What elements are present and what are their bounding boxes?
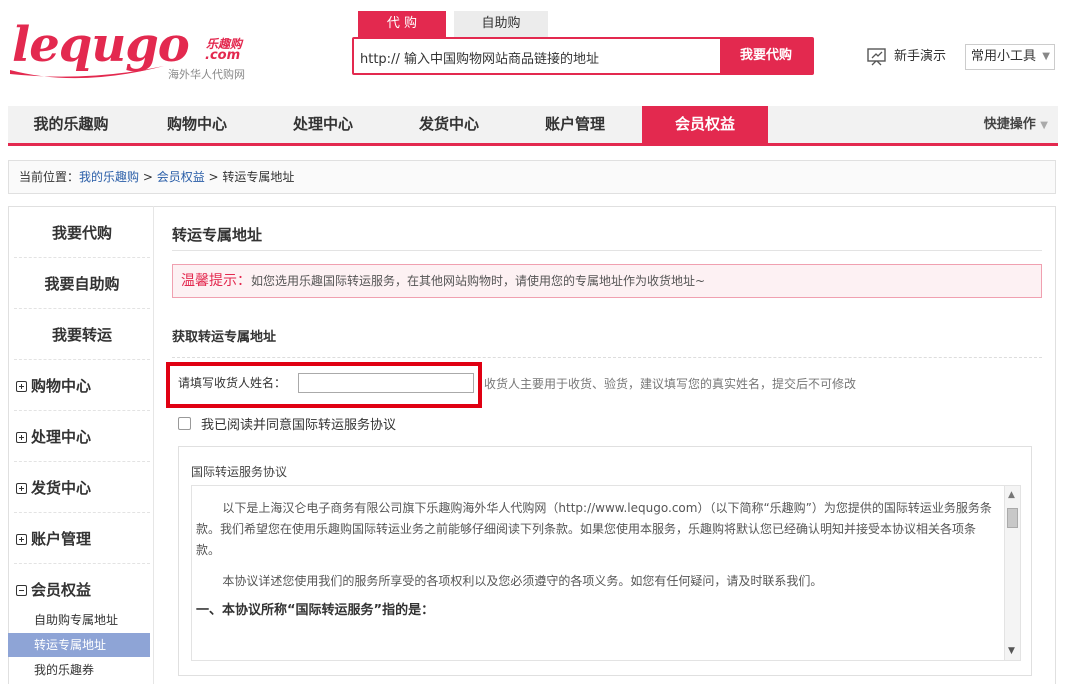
breadcrumb: 当前位置：我的乐趣购 > 会员权益 > 转运专属地址 (8, 160, 1056, 194)
tip-text: 如您选用乐趣国际转运服务，在其他网站购物时，请使用您的专属地址作为收货地址~ (251, 274, 706, 288)
agreement-text: 以下是上海汉仑电子商务有限公司旗下乐趣购海外华人代购网（http://www.l… (196, 498, 996, 621)
tip-banner: 温馨提示：如您选用乐趣国际转运服务，在其他网站购物时，请使用您的专属地址作为收货… (172, 264, 1042, 298)
nav-shopping-center[interactable]: 购物中心 (134, 106, 260, 143)
search-input[interactable] (360, 47, 716, 67)
tab-self-purchase[interactable]: 自助购 (454, 11, 548, 37)
breadcrumb-separator: > (204, 170, 223, 184)
sidebar-subitem-forwarding-address[interactable]: 转运专属地址 (8, 633, 150, 657)
scroll-up-arrow-icon[interactable]: ▲ (1008, 490, 1015, 500)
divider (172, 357, 1042, 358)
sidebar-item-forwarding[interactable]: 我要转运 (14, 310, 150, 360)
demo-label: 新手演示 (894, 49, 947, 64)
sidebar-subitem-self-purchase-address[interactable]: 自助购专属地址 (8, 608, 150, 632)
recipient-name-hint: 收货人主要用于收货、验货，建议填写您的真实姓名，提交后不可修改 (484, 377, 857, 391)
logo-wordmark: lequgo (12, 17, 190, 73)
agreement-textarea[interactable]: 以下是上海汉仑电子商务有限公司旗下乐趣购海外华人代购网（http://www.l… (191, 485, 1021, 661)
divider (172, 250, 1042, 251)
sidebar-group-label: 处理中心 (31, 428, 92, 446)
main-content: 转运专属地址 温馨提示：如您选用乐趣国际转运服务，在其他网站购物时，请使用您的专… (166, 206, 1052, 684)
sidebar-group-label: 会员权益 (31, 581, 92, 599)
presentation-icon (867, 48, 886, 66)
sidebar-item-self-purchase[interactable]: 我要自助购 (14, 259, 150, 309)
nav-processing-center[interactable]: 处理中心 (260, 106, 386, 143)
scroll-down-arrow-icon[interactable]: ▼ (1008, 646, 1015, 656)
agreement-heading: 一、本协议所称“国际转运服务”指的是： (196, 603, 435, 618)
agree-label: 我已阅读并同意国际转运服务协议 (201, 418, 397, 433)
quick-actions-label: 快捷操作 (983, 117, 1036, 132)
agreement-paragraph: 以下是上海汉仑电子商务有限公司旗下乐趣购海外华人代购网（http://www.l… (196, 501, 992, 557)
breadcrumb-current: 转运专属地址 (222, 170, 295, 184)
breadcrumb-section-link[interactable]: 会员权益 (157, 170, 205, 184)
agreement-panel: 国际转运服务协议 以下是上海汉仑电子商务有限公司旗下乐趣购海外华人代购网（htt… (178, 446, 1032, 676)
breadcrumb-separator: > (139, 170, 157, 184)
sidebar-group-label: 发货中心 (31, 479, 92, 497)
agreement-paragraph: 本协议详述您使用我们的服务所享受的各项权利以及您必须遵守的各项义务。如您有任何疑… (222, 574, 823, 588)
recipient-name-label: 请填写收货人姓名： (178, 376, 287, 390)
tab-daigou[interactable]: 代 购 (358, 11, 446, 37)
search-bar: 我要代购 (352, 37, 814, 75)
recipient-name-input[interactable] (298, 373, 474, 393)
expand-icon (16, 534, 27, 545)
chevron-down-icon: ▼ (1042, 51, 1050, 62)
expand-icon (16, 432, 27, 443)
site-logo[interactable]: lequgo 乐趣购 .com 海外华人代购网 (8, 17, 268, 81)
quick-actions-dropdown[interactable]: 快捷操作 ▼ (984, 106, 1048, 143)
tools-label: 常用小工具 (971, 49, 1037, 64)
nav-member-benefits[interactable]: 会员权益 (642, 106, 768, 143)
logo-tagline: 海外华人代购网 (168, 68, 245, 81)
sidebar-group-account-management[interactable]: 账户管理 (14, 514, 150, 564)
sidebar-subitem-my-coupons[interactable]: 我的乐趣券 (8, 658, 150, 682)
expand-icon (16, 381, 27, 392)
agree-checkbox[interactable] (178, 417, 191, 430)
scrollbar-thumb[interactable] (1007, 508, 1018, 528)
breadcrumb-home-link[interactable]: 我的乐趣购 (79, 170, 139, 184)
sidebar-group-processing-center[interactable]: 处理中心 (14, 412, 150, 462)
sidebar-group-label: 购物中心 (31, 377, 92, 395)
scrollbar[interactable]: ▲ ▼ (1004, 486, 1020, 660)
sidebar-item-daigou[interactable]: 我要代购 (14, 208, 150, 258)
logo-domain: .com (205, 48, 241, 63)
agree-checkbox-row[interactable]: 我已阅读并同意国际转运服务协议 (178, 414, 396, 433)
page-title: 转运专属地址 (172, 226, 263, 244)
agreement-title: 国际转运服务协议 (191, 465, 288, 479)
nav-my-lequgo[interactable]: 我的乐趣购 (8, 106, 134, 143)
sidebar-group-shipping-center[interactable]: 发货中心 (14, 463, 150, 513)
sidebar-group-shopping-center[interactable]: 购物中心 (14, 361, 150, 411)
common-tools-dropdown[interactable]: 常用小工具 ▼ (965, 44, 1055, 70)
tip-label: 温馨提示： (181, 273, 251, 289)
breadcrumb-prefix: 当前位置： (19, 170, 80, 184)
daigou-submit-button[interactable]: 我要代购 (720, 39, 812, 73)
main-nav: 我的乐趣购 购物中心 处理中心 发货中心 账户管理 会员权益 快捷操作 ▼ (8, 106, 1058, 146)
nav-account-management[interactable]: 账户管理 (512, 106, 638, 143)
chevron-down-icon: ▼ (1040, 120, 1048, 131)
section-title: 获取转运专属地址 (172, 330, 277, 345)
sidebar-group-label: 账户管理 (31, 530, 92, 548)
beginner-demo-link[interactable]: 新手演示 (866, 46, 946, 68)
expand-icon (16, 483, 27, 494)
collapse-icon (16, 585, 27, 596)
nav-shipping-center[interactable]: 发货中心 (386, 106, 512, 143)
